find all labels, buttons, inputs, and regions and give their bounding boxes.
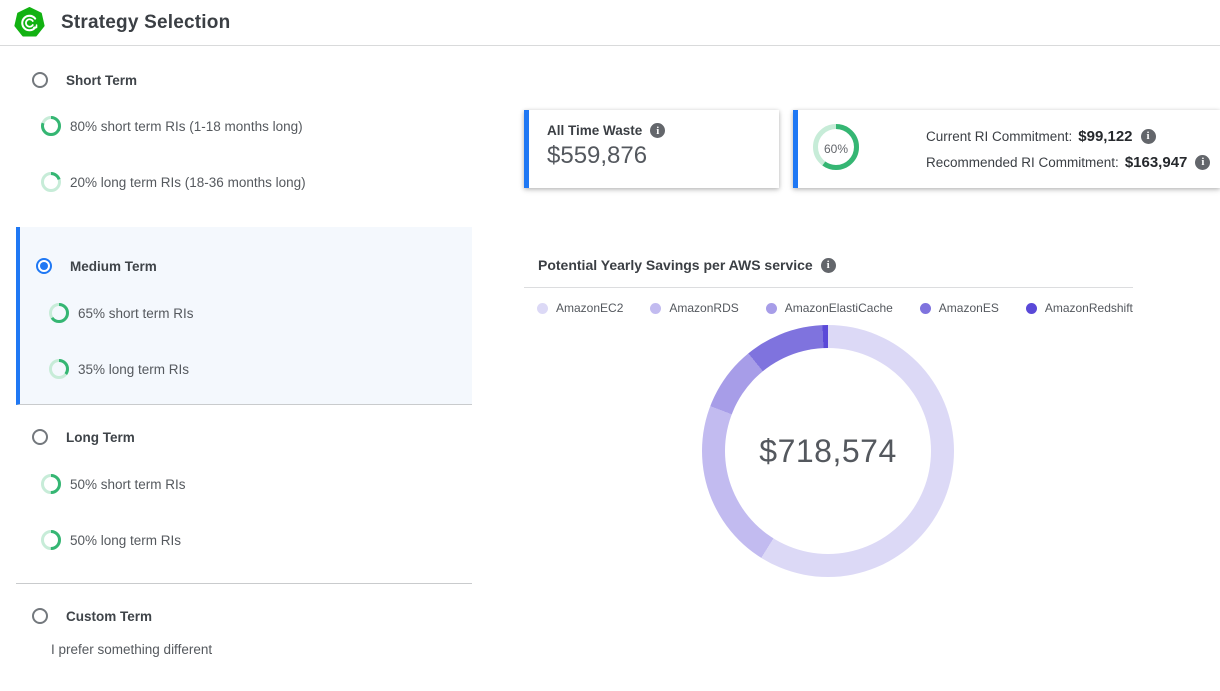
legend-dot-icon — [537, 303, 548, 314]
chart-legend: AmazonEC2 AmazonRDS AmazonElastiCache Amazo… — [537, 301, 1133, 315]
strategy-medium-term[interactable]: Medium Term 65% short term RIs 35% long … — [16, 227, 472, 405]
info-icon[interactable]: i — [821, 258, 836, 273]
donut-hole: $718,574 — [725, 348, 931, 554]
option-label: 50% long term RIs — [70, 533, 181, 548]
info-icon[interactable]: i — [1141, 129, 1156, 144]
recommended-ri-commitment-row: Recommended RI Commitment: $163,947 i — [926, 154, 1210, 171]
legend-item-AmazonEC2[interactable]: AmazonEC2 — [537, 301, 623, 315]
legend-label: AmazonES — [939, 301, 999, 315]
progress-ring-icon — [41, 474, 61, 494]
radio-row-medium-term[interactable]: Medium Term — [36, 256, 157, 276]
progress-ring-icon — [41, 172, 61, 192]
progress-ring-icon — [49, 359, 69, 379]
radio-custom-term[interactable] — [32, 608, 48, 624]
legend-label: AmazonEC2 — [556, 301, 623, 315]
commitment-ring-percent: 60% — [813, 124, 859, 175]
legend-label: AmazonRedshift — [1045, 301, 1133, 315]
custom-term-description: I prefer something different — [51, 642, 212, 657]
progress-ring-icon — [41, 530, 61, 550]
donut-center-total: $718,574 — [759, 433, 896, 470]
legend-dot-icon — [920, 303, 931, 314]
chart-title: Potential Yearly Savings per AWS service — [538, 257, 813, 273]
radio-medium-term[interactable] — [36, 258, 52, 274]
legend-dot-icon — [1026, 303, 1037, 314]
strategy-option: 65% short term RIs — [49, 303, 194, 323]
header: Strategy Selection — [0, 0, 1220, 46]
option-label: 80% short term RIs (1-18 months long) — [70, 119, 303, 134]
option-label: 20% long term RIs (18-36 months long) — [70, 175, 306, 190]
radio-row-short-term[interactable]: Short Term — [32, 70, 137, 90]
page-title: Strategy Selection — [61, 12, 230, 34]
radio-long-term[interactable] — [32, 429, 48, 445]
strategy-label: Short Term — [66, 73, 137, 88]
strategy-label: Long Term — [66, 430, 135, 445]
strategy-option: 35% long term RIs — [49, 359, 189, 379]
strategy-label: Medium Term — [70, 259, 157, 274]
cloudability-logo-icon — [14, 7, 45, 38]
radio-row-long-term[interactable]: Long Term — [32, 427, 135, 447]
recommended-ri-value: $163,947 — [1125, 154, 1188, 171]
legend-label: AmazonElastiCache — [785, 301, 893, 315]
current-ri-commitment-row: Current RI Commitment: $99,122 i — [926, 128, 1210, 145]
legend-label: AmazonRDS — [669, 301, 738, 315]
strategy-option: 20% long term RIs (18-36 months long) — [41, 172, 306, 192]
legend-item-AmazonES[interactable]: AmazonES — [920, 301, 999, 315]
progress-ring-icon — [49, 303, 69, 323]
legend-dot-icon — [650, 303, 661, 314]
option-label: 50% short term RIs — [70, 477, 186, 492]
strategy-selection-page: Strategy Selection Short Term 80% short … — [0, 0, 1220, 691]
savings-donut-chart[interactable]: $718,574 — [702, 325, 954, 577]
progress-ring-icon — [41, 116, 61, 136]
current-ri-label: Current RI Commitment: — [926, 129, 1072, 144]
commitment-progress-ring: 60% — [813, 124, 859, 175]
legend-item-AmazonElastiCache[interactable]: AmazonElastiCache — [766, 301, 893, 315]
strategy-option: 50% short term RIs — [41, 474, 186, 494]
info-icon[interactable]: i — [650, 123, 665, 138]
strategy-option: 50% long term RIs — [41, 530, 181, 550]
radio-row-custom-term[interactable]: Custom Term — [32, 606, 152, 626]
option-label: 65% short term RIs — [78, 306, 194, 321]
current-ri-value: $99,122 — [1078, 128, 1132, 145]
ri-commitment-card: 60% Current RI Commitment: $99,122 i Rec… — [793, 110, 1220, 188]
legend-dot-icon — [766, 303, 777, 314]
info-icon[interactable]: i — [1195, 155, 1210, 170]
all-time-waste-card: All Time Waste i $559,876 — [524, 110, 779, 188]
option-label: 35% long term RIs — [78, 362, 189, 377]
recommended-ri-label: Recommended RI Commitment: — [926, 155, 1119, 170]
legend-item-AmazonRDS[interactable]: AmazonRDS — [650, 301, 738, 315]
chart-header: Potential Yearly Savings per AWS service… — [538, 257, 836, 273]
waste-card-value: $559,876 — [547, 142, 779, 170]
strategy-option: 80% short term RIs (1-18 months long) — [41, 116, 303, 136]
strategy-label: Custom Term — [66, 609, 152, 624]
radio-short-term[interactable] — [32, 72, 48, 88]
waste-card-title: All Time Waste — [547, 123, 642, 138]
chart-divider — [524, 287, 1133, 288]
legend-item-AmazonRedshift[interactable]: AmazonRedshift — [1026, 301, 1133, 315]
section-divider — [16, 583, 472, 584]
